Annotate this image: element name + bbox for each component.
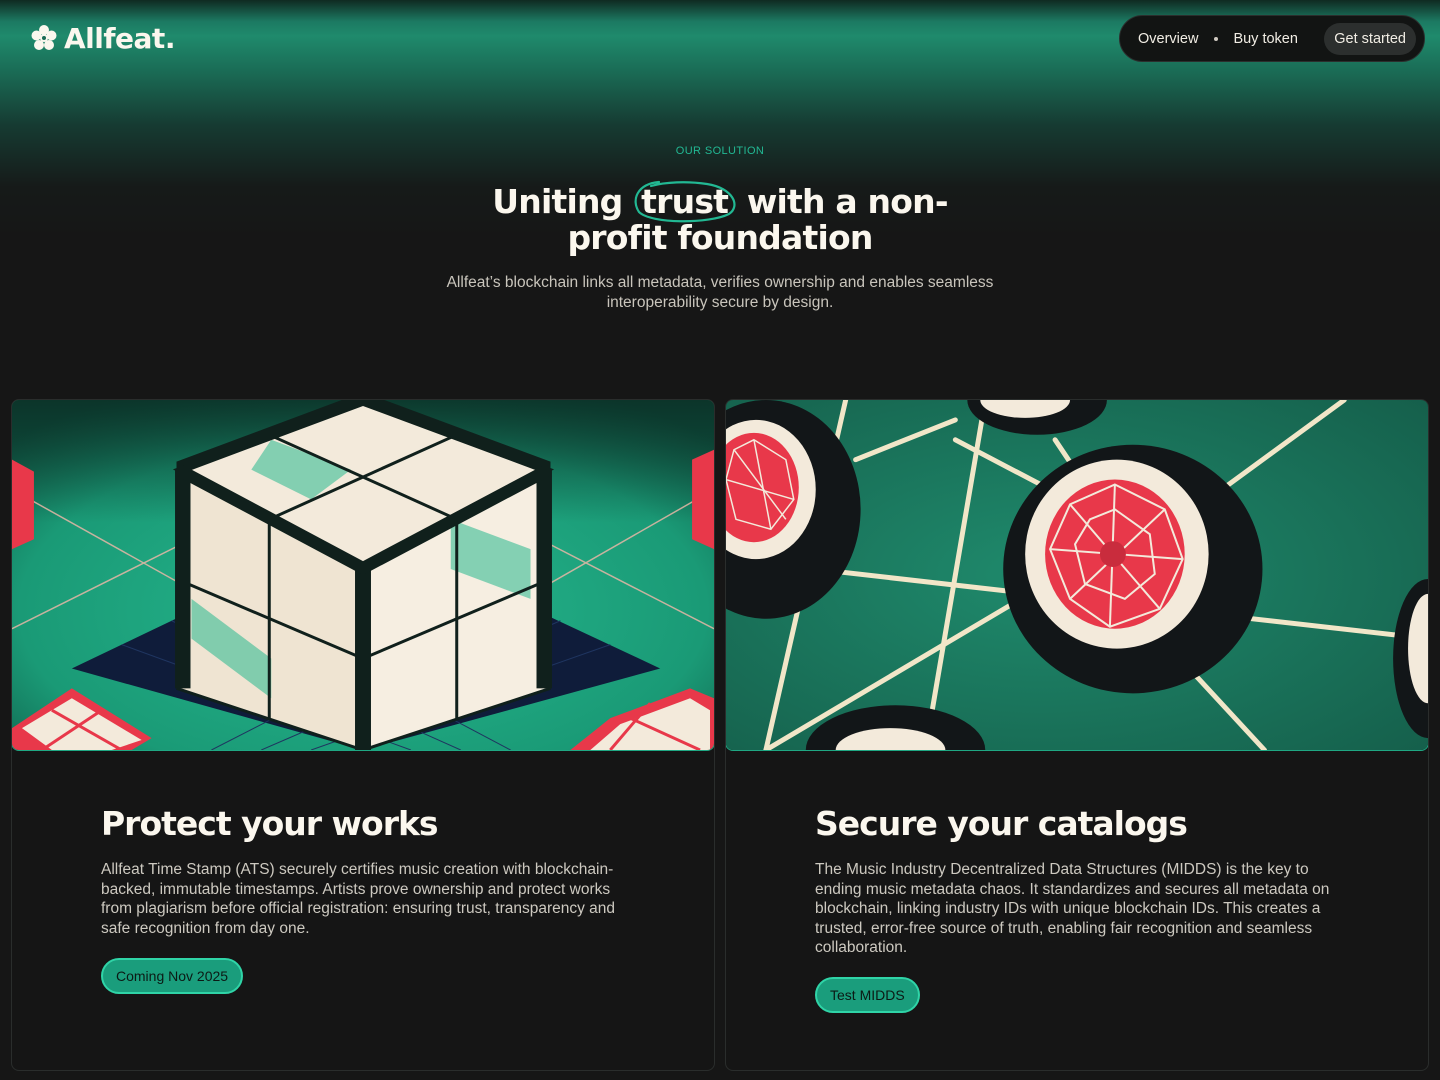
headline-highlight: trust bbox=[633, 180, 736, 223]
network-nodes-illustration bbox=[726, 400, 1428, 751]
glass-cube-illustration bbox=[12, 400, 714, 751]
brand-logo[interactable]: Allfeat. bbox=[28, 18, 175, 58]
top-nav: Overview Buy token Get started bbox=[1119, 15, 1425, 62]
hero-headline: Uniting trust with a non- profit foundat… bbox=[0, 180, 1440, 256]
brand-name: Allfeat. bbox=[64, 21, 175, 55]
get-started-button[interactable]: Get started bbox=[1324, 22, 1416, 55]
card-description: The Music Industry Decentralized Data St… bbox=[815, 861, 1330, 956]
nav-separator-dot bbox=[1214, 36, 1219, 41]
card-title: Secure your catalogs bbox=[815, 804, 1188, 843]
coming-soon-button[interactable]: Coming Nov 2025 bbox=[101, 958, 244, 994]
site-header: Allfeat. Overview Buy token Get started bbox=[0, 0, 1440, 76]
test-midds-button[interactable]: Test MIDDS bbox=[815, 977, 920, 1013]
nav-overview[interactable]: Overview bbox=[1138, 31, 1198, 47]
nav-buy-token[interactable]: Buy token bbox=[1233, 31, 1298, 47]
headline-pre: Uniting bbox=[492, 182, 623, 221]
card-secure-catalogs: Secure your catalogs The Music Industry … bbox=[725, 399, 1429, 1071]
card-protect-works: Protect your works Allfeat Time Stamp (A… bbox=[11, 399, 715, 1071]
flower-logo-icon bbox=[31, 25, 57, 50]
card-title: Protect your works bbox=[101, 804, 439, 843]
section-eyebrow: OUR SOLUTION bbox=[675, 145, 765, 157]
hero-subhead: Allfeat’s blockchain links all metadata,… bbox=[446, 274, 994, 311]
headline-post: with a non- bbox=[746, 182, 949, 221]
card-description: Allfeat Time Stamp (ATS) securely certif… bbox=[101, 861, 616, 937]
